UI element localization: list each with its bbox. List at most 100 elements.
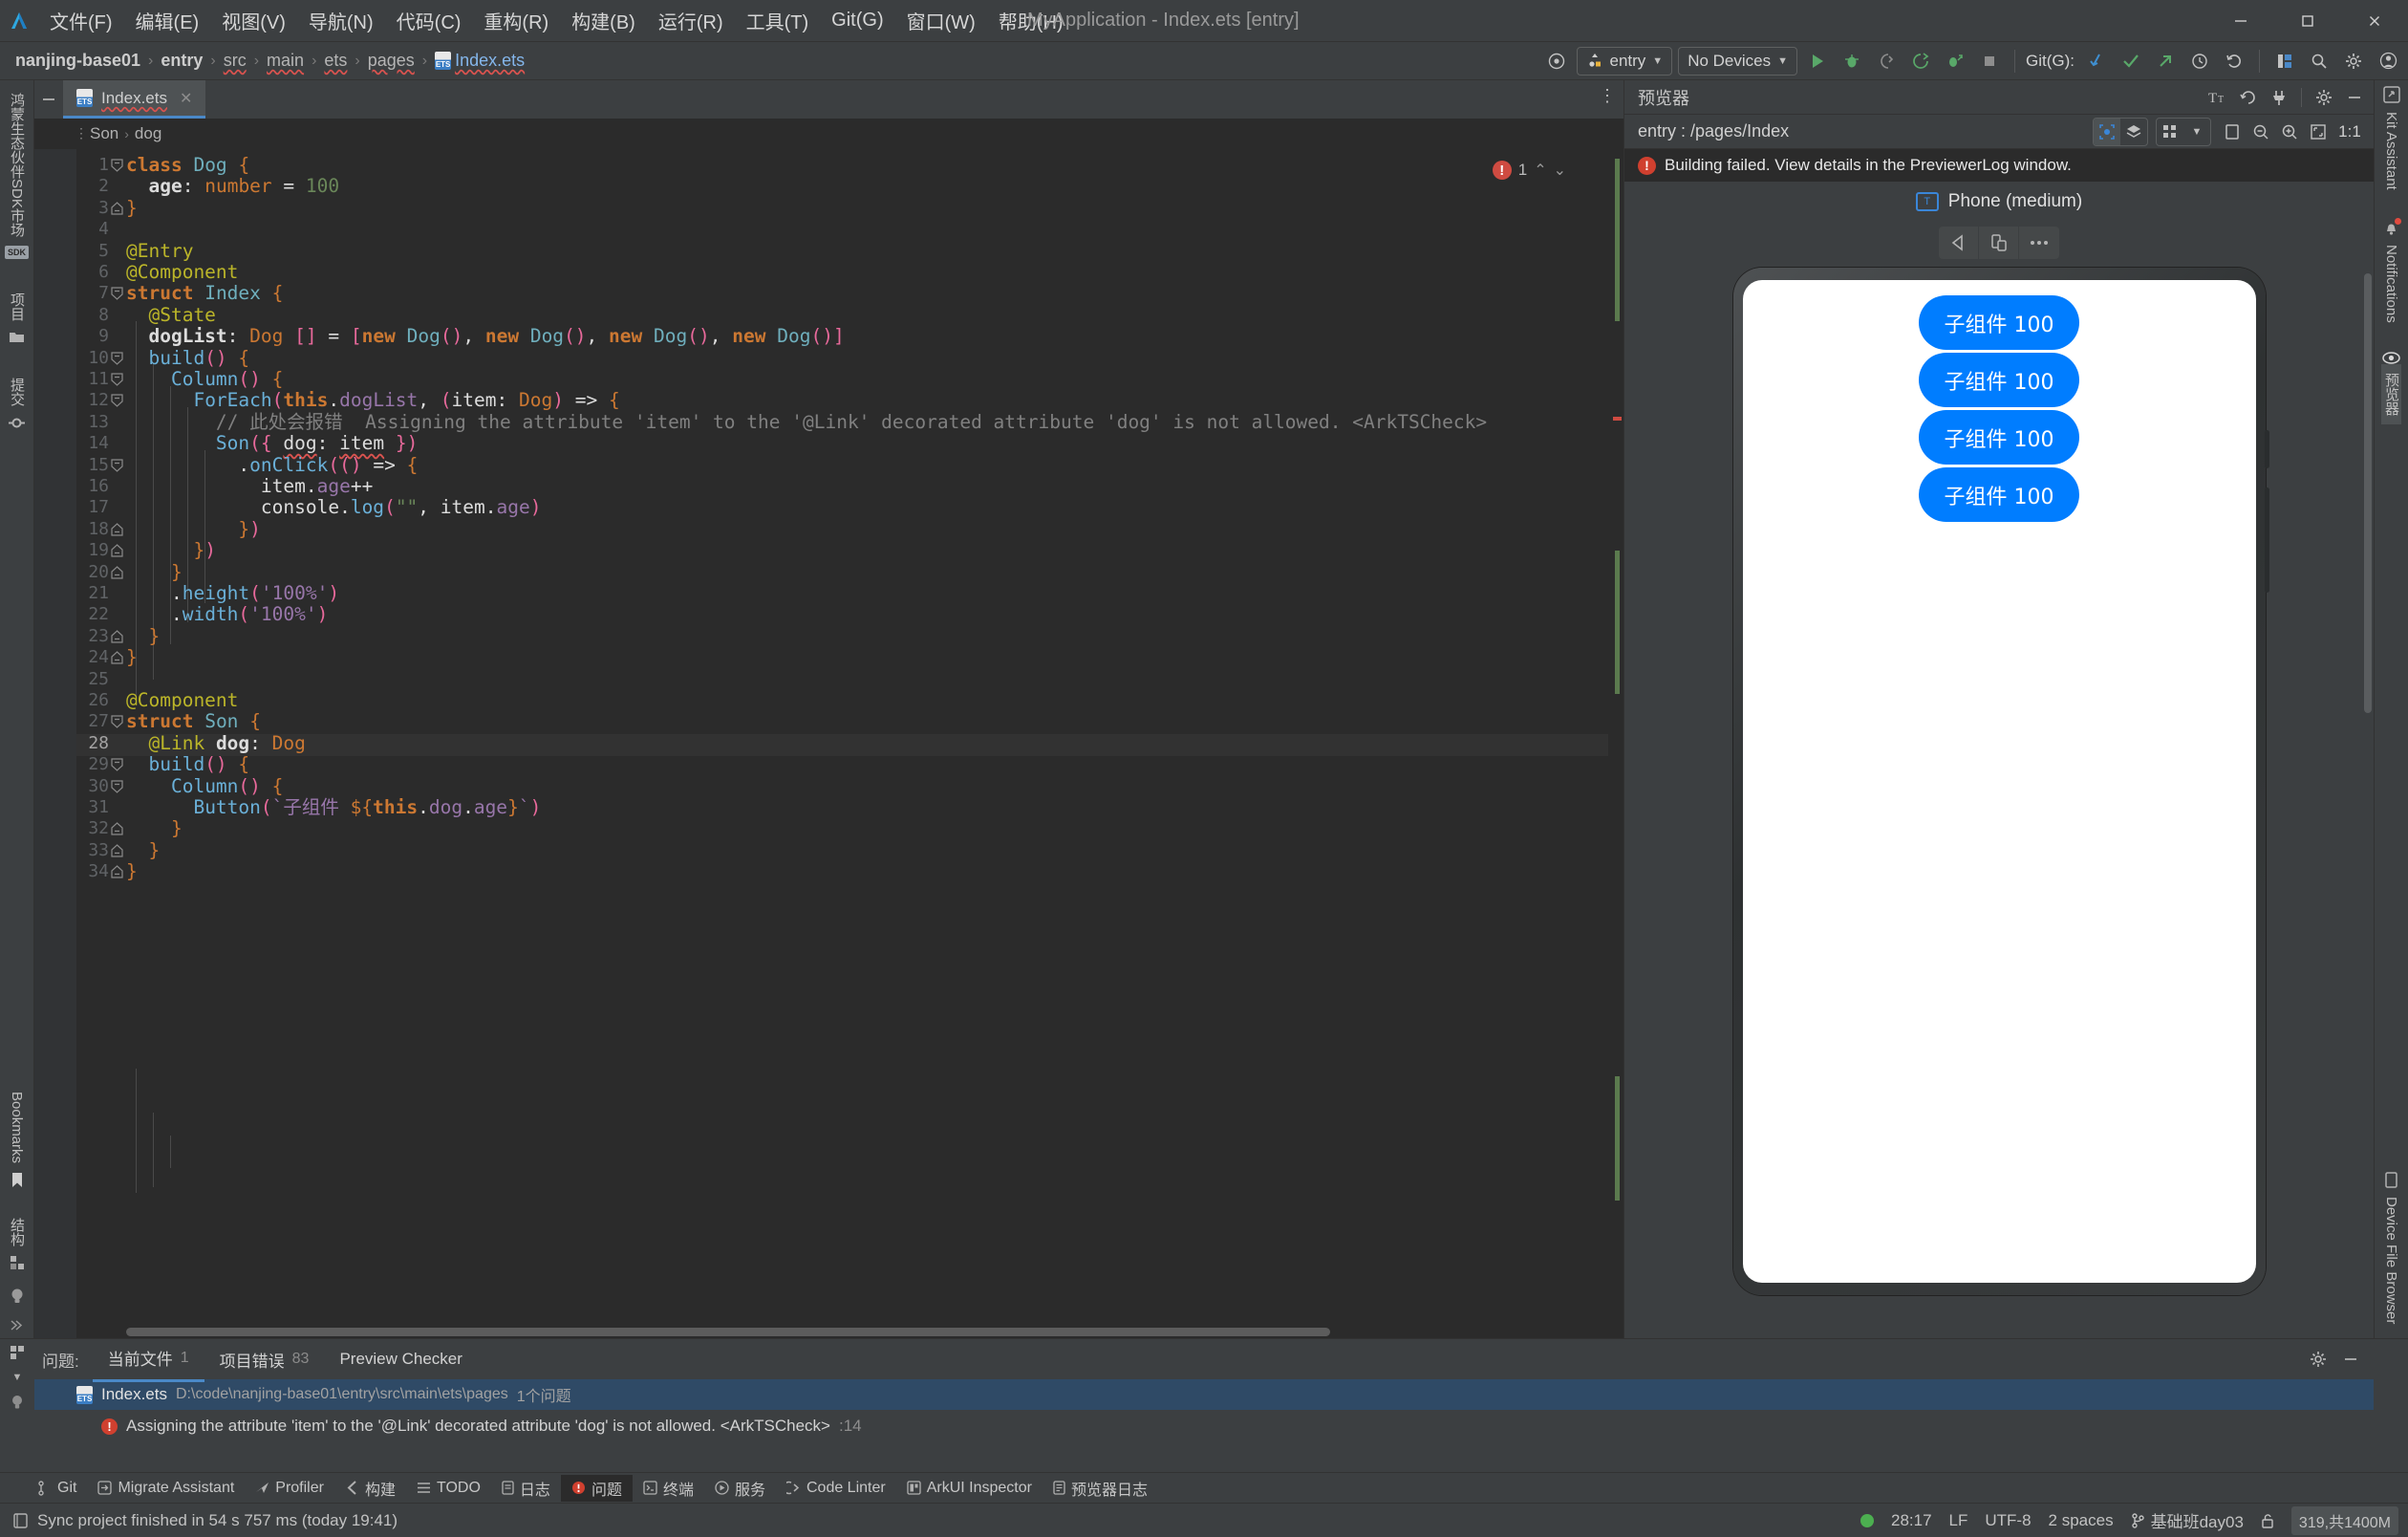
- code-line[interactable]: @State: [126, 304, 215, 326]
- search-icon[interactable]: [2305, 47, 2333, 76]
- zoom-in-icon[interactable]: [2276, 119, 2303, 145]
- editor-scroll-markers[interactable]: [1608, 149, 1623, 1338]
- collapse-editor-icon[interactable]: [34, 80, 63, 119]
- fold-close-icon[interactable]: [111, 522, 123, 536]
- tool-window-git[interactable]: Git: [27, 1475, 87, 1502]
- code-line[interactable]: ForEach(this.dogList, (item: Dog) => {: [126, 390, 619, 411]
- fold-open-icon[interactable]: [111, 715, 123, 729]
- tab-index-ets[interactable]: ETS Index.ets ✕: [63, 80, 206, 119]
- code-line[interactable]: age: number = 100: [126, 176, 339, 197]
- tool-window-profiler[interactable]: Profiler: [245, 1475, 334, 1502]
- git-branch-widget[interactable]: 基础班day03: [2131, 1508, 2244, 1532]
- sidebar-item-structure[interactable]: 结构: [7, 1209, 27, 1255]
- code-line[interactable]: struct Son {: [126, 711, 261, 732]
- tool-window-arkui-inspector[interactable]: ArkUI Inspector: [896, 1475, 1043, 1502]
- previewer-scrollbar[interactable]: [2364, 273, 2372, 713]
- gear-target-icon[interactable]: [1542, 47, 1571, 76]
- fold-open-icon[interactable]: [111, 394, 123, 408]
- lightbulb-icon[interactable]: [10, 1288, 25, 1305]
- chevron-down-icon[interactable]: ⌄: [1554, 161, 1566, 180]
- fold-close-icon[interactable]: [111, 822, 123, 835]
- git-commit-icon[interactable]: [2117, 47, 2145, 76]
- editor-horizontal-scrollbar[interactable]: [126, 1328, 1595, 1336]
- code-text-area[interactable]: 1 class Dog {2 age: number = 100 3} 4 5 @Entr…: [76, 149, 1623, 1338]
- code-line[interactable]: .height('100%'): [126, 582, 339, 604]
- problem-message-row[interactable]: ! Assigning the attribute 'item' to the …: [34, 1410, 2374, 1442]
- menu-item-window[interactable]: 窗口(W): [895, 3, 987, 38]
- git-push-icon[interactable]: [2151, 47, 2180, 76]
- tab-preview-checker[interactable]: Preview Checker: [324, 1340, 478, 1378]
- code-line[interactable]: struct Index {: [126, 283, 283, 304]
- project-breadcrumb[interactable]: nanjing-base01 › entry › src › main › et…: [0, 49, 528, 73]
- sidebar-item-notifications[interactable]: Notifications: [2383, 236, 2399, 332]
- lightbulb-icon[interactable]: [11, 1395, 24, 1410]
- gear-icon[interactable]: [2311, 84, 2337, 111]
- more-icon[interactable]: [2019, 227, 2059, 259]
- multi-device-icon[interactable]: [1979, 227, 2019, 259]
- source-code[interactable]: 1 class Dog {2 age: number = 100 3} 4 5 @Entr…: [76, 149, 1623, 882]
- menu-item-edit[interactable]: 编辑(E): [124, 3, 211, 38]
- fold-close-icon[interactable]: [111, 843, 123, 857]
- code-line[interactable]: }: [126, 818, 183, 839]
- tool-window-终端[interactable]: 终端: [633, 1475, 704, 1502]
- debug-icon[interactable]: [1838, 47, 1866, 76]
- code-line[interactable]: console.log("", item.age): [126, 497, 542, 518]
- fold-open-icon[interactable]: [111, 779, 123, 793]
- code-line[interactable]: }: [126, 625, 160, 647]
- problem-file-row[interactable]: ETS Index.ets D:\code\nanjing-base01\ent…: [34, 1379, 2374, 1410]
- fold-open-icon[interactable]: [111, 351, 123, 365]
- tool-window-code-linter[interactable]: Code Linter: [776, 1475, 896, 1502]
- refresh-icon[interactable]: [2235, 84, 2262, 111]
- fold-open-icon[interactable]: [111, 287, 123, 301]
- file-encoding[interactable]: UTF-8: [1985, 1511, 2031, 1530]
- fit-icon[interactable]: [2305, 119, 2332, 145]
- sidebar-item-sdk-market[interactable]: 鸿蒙生态伙伴SDK市场: [7, 84, 27, 246]
- settings-icon[interactable]: [2339, 47, 2368, 76]
- coverage-icon[interactable]: [1872, 47, 1901, 76]
- sidebar-item-previewer[interactable]: 预览器: [2381, 364, 2401, 425]
- menu-item-navigate[interactable]: 导航(N): [297, 3, 385, 38]
- code-line[interactable]: }: [126, 197, 138, 219]
- menu-item-view[interactable]: 视图(V): [210, 3, 297, 38]
- tool-window-构建[interactable]: 构建: [334, 1475, 406, 1502]
- structure-icon[interactable]: [10, 1345, 25, 1360]
- code-line[interactable]: @Link dog: Dog: [126, 732, 305, 754]
- sidebar-item-kit-assistant[interactable]: Kit Assistant: [2383, 103, 2399, 199]
- maximize-button[interactable]: [2274, 0, 2341, 42]
- code-line[interactable]: }: [126, 839, 160, 861]
- editor-breadcrumb-struct[interactable]: Son: [90, 124, 118, 143]
- run-button[interactable]: [1803, 47, 1832, 76]
- tool-window-问题[interactable]: 问题: [560, 1474, 633, 1502]
- breadcrumb-file[interactable]: ETS Index.ets: [431, 49, 528, 73]
- tool-window-预览器日志[interactable]: 预览器日志: [1043, 1475, 1158, 1502]
- chevron-down-icon[interactable]: ▼: [12, 1372, 23, 1383]
- device-select[interactable]: No Devices ▼: [1678, 46, 1797, 76]
- fold-open-icon[interactable]: [111, 373, 123, 386]
- tab-current-file[interactable]: 当前文件 1: [92, 1336, 204, 1382]
- code-line[interactable]: @Component: [126, 689, 238, 711]
- code-line[interactable]: @Entry: [126, 240, 193, 262]
- fold-close-icon[interactable]: [111, 544, 123, 557]
- code-line[interactable]: class Dog {: [126, 154, 249, 176]
- fold-open-icon[interactable]: [111, 159, 123, 172]
- preview-button-4[interactable]: 子组件 100: [1919, 467, 2079, 522]
- editor-error-indicator[interactable]: ! 1 ⌃ ⌄: [1492, 161, 1566, 180]
- layout-icon[interactable]: [2270, 47, 2299, 76]
- zoom-level[interactable]: 1:1: [2333, 119, 2366, 145]
- tool-window-日志[interactable]: 日志: [491, 1475, 561, 1502]
- sidebar-item-bookmarks[interactable]: Bookmarks: [9, 1083, 25, 1172]
- text-size-icon[interactable]: TT: [2204, 84, 2231, 111]
- menu-item-code[interactable]: 代码(C): [385, 3, 473, 38]
- chevron-up-icon[interactable]: ⌃: [1534, 161, 1546, 180]
- breadcrumb-handle-icon[interactable]: ⋮: [75, 125, 88, 141]
- rotate-left-icon[interactable]: [1939, 227, 1979, 259]
- kit-assistant-icon[interactable]: [2382, 86, 2400, 103]
- breadcrumb-ets[interactable]: ets: [320, 49, 351, 73]
- code-line[interactable]: @Component: [126, 261, 238, 283]
- menu-item-tools[interactable]: 工具(T): [735, 3, 821, 38]
- code-line[interactable]: .width('100%'): [126, 604, 328, 625]
- menu-bar[interactable]: 文件(F) 编辑(E) 视图(V) 导航(N) 代码(C) 重构(R) 构建(B…: [38, 3, 1075, 38]
- fold-close-icon[interactable]: [111, 201, 123, 215]
- code-line[interactable]: // 此处会报错 Assigning the attribute 'item' …: [126, 411, 1487, 433]
- code-line[interactable]: Column() {: [126, 368, 283, 390]
